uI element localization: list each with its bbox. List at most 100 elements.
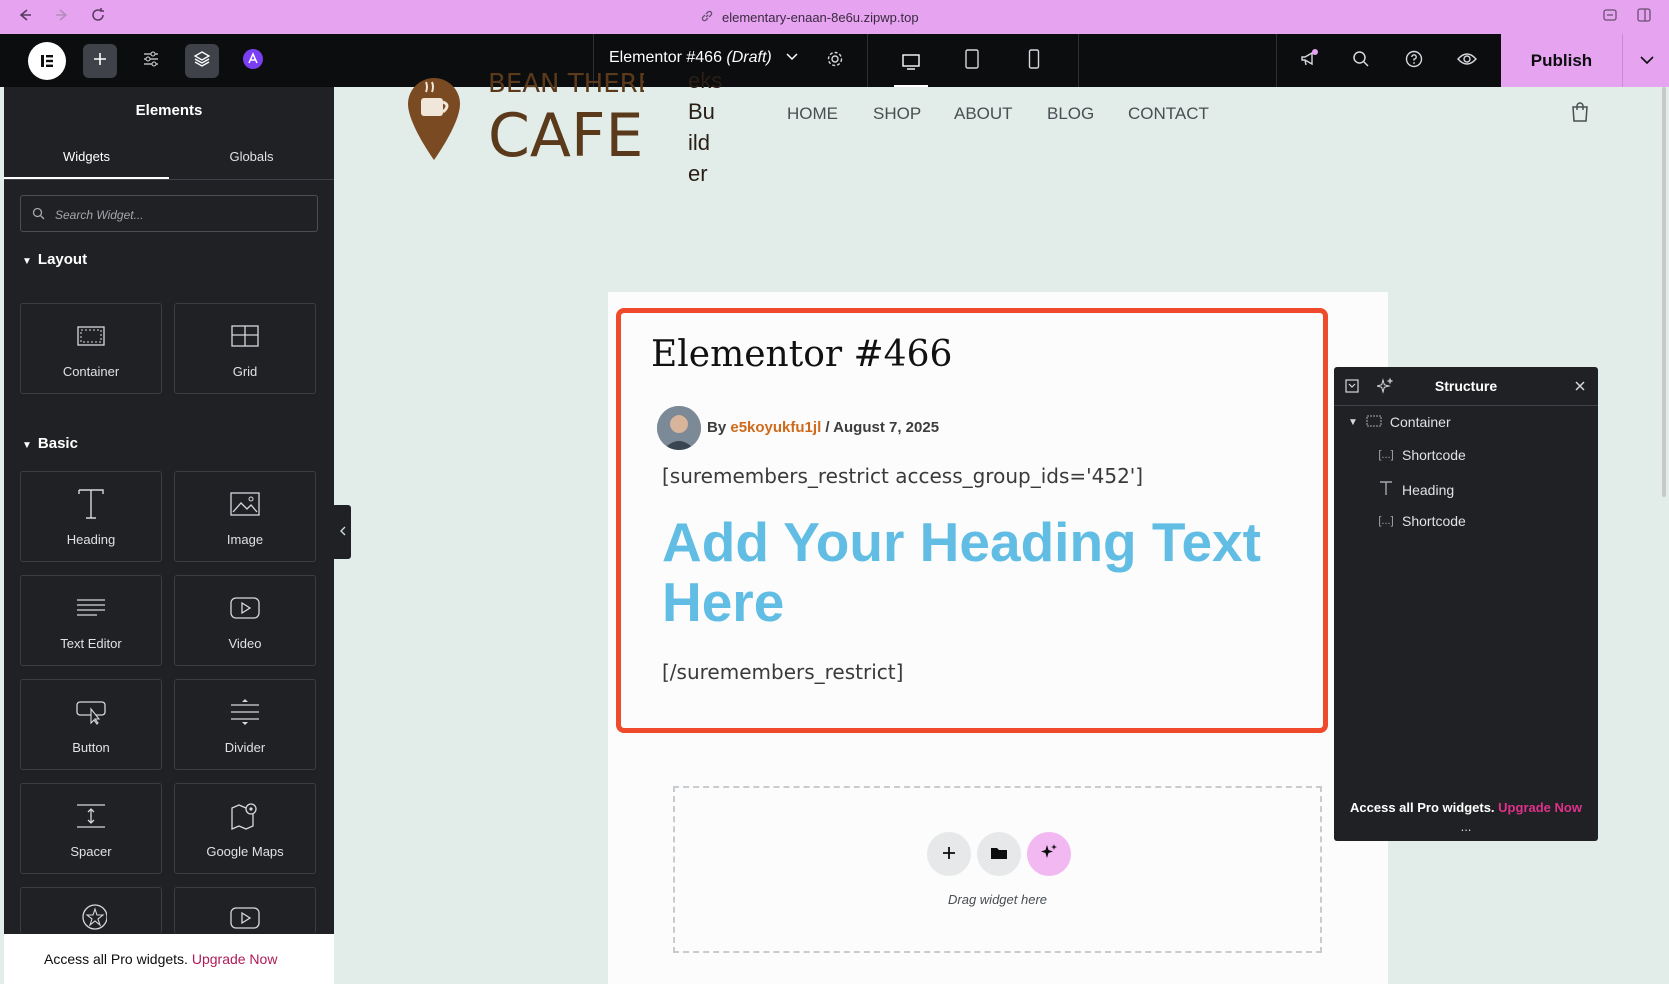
widget-search[interactable]	[20, 195, 318, 233]
category-layout[interactable]: ▼ Layout	[22, 251, 87, 268]
widget-image[interactable]: Image	[174, 471, 316, 562]
chevron-down-icon	[786, 49, 798, 66]
structure-item-shortcode[interactable]: [...] Shortcode	[1378, 513, 1465, 529]
link-icon	[700, 9, 714, 26]
image-icon	[175, 486, 315, 522]
desktop-icon	[901, 53, 921, 76]
ai-generate-button[interactable]	[1027, 832, 1071, 876]
preview-button[interactable]	[1450, 44, 1484, 78]
tablet-icon	[964, 48, 980, 74]
widget-spacer[interactable]: Spacer	[20, 783, 162, 874]
address-bar-url[interactable]: elementary-enaan-8e6u.zipwp.top	[722, 10, 919, 25]
page-settings-button[interactable]	[818, 44, 852, 78]
mobile-icon	[1028, 48, 1040, 74]
ai-assistant-button[interactable]	[236, 44, 270, 78]
map-icon	[175, 798, 315, 834]
widget-google-maps[interactable]: Google Maps	[174, 783, 316, 874]
divider-icon	[175, 694, 315, 730]
structure-item-heading[interactable]: Heading	[1378, 480, 1454, 499]
collapse-panel-button[interactable]	[334, 505, 351, 559]
upgrade-now-link[interactable]: Upgrade Now	[1498, 800, 1582, 815]
author-link[interactable]: e5koyukfu1jl	[730, 419, 821, 436]
publish-button[interactable]: Publish	[1501, 34, 1622, 87]
widget-heading[interactable]: Heading	[20, 471, 162, 562]
structure-item-container[interactable]: ▼ Container	[1348, 414, 1451, 430]
widget-button[interactable]: Button	[20, 679, 162, 770]
ai-icon	[242, 48, 264, 75]
elementor-logo-icon[interactable]	[28, 42, 66, 80]
elements-panel: Elements Widgets Globals ▼Layout Contain…	[4, 87, 334, 984]
gear-icon	[826, 50, 844, 73]
nav-home[interactable]: HOME	[787, 104, 838, 124]
sidebar-toggle-icon[interactable]	[1634, 7, 1654, 28]
caret-down-icon: ▼	[22, 256, 32, 267]
tablet-view-button[interactable]	[955, 44, 989, 78]
widget-grid[interactable]: Grid	[174, 303, 316, 394]
chevron-left-icon	[339, 525, 347, 540]
editor-topbar: Elementor #466 (Draft) Publish	[0, 34, 1669, 87]
widget-pro-locked[interactable]	[20, 887, 162, 934]
search-input[interactable]	[53, 196, 307, 233]
help-button[interactable]	[1397, 44, 1431, 78]
search-icon	[1352, 50, 1370, 73]
add-section-button[interactable]	[927, 832, 971, 876]
grid-icon	[175, 318, 315, 354]
site-settings-button[interactable]	[134, 44, 168, 78]
cafe-wordmark: CAFE	[488, 101, 643, 171]
publish-options-button[interactable]	[1622, 34, 1669, 87]
browser-toolbar: elementary-enaan-8e6u.zipwp.top	[0, 0, 1669, 35]
structure-pro-banner: Access all Pro widgets. Upgrade Now	[1350, 800, 1582, 815]
caret-down-icon: ▼	[22, 440, 32, 451]
widget-text-editor[interactable]: Text Editor	[20, 575, 162, 666]
canvas-scrollbar[interactable]	[1662, 87, 1666, 497]
star-badge-icon	[21, 900, 161, 936]
notifications-button[interactable]	[1292, 44, 1326, 78]
shortcode-close[interactable]: [/suremembers_restrict]	[662, 660, 903, 684]
search-icon	[32, 207, 45, 225]
site-title-fragment: eks Bu ild er	[688, 68, 723, 186]
mobile-view-button[interactable]	[1017, 44, 1051, 78]
extensions-icon[interactable]	[1600, 7, 1620, 28]
layers-icon	[193, 50, 211, 73]
desktop-view-button[interactable]	[894, 44, 928, 87]
site-logo[interactable]: CAFE BEAN THERE	[404, 69, 654, 172]
category-basic[interactable]: ▼ Basic	[22, 435, 78, 452]
tab-globals[interactable]: Globals	[169, 137, 334, 177]
nav-about[interactable]: ABOUT	[954, 104, 1013, 124]
forward-icon[interactable]	[52, 7, 72, 28]
cart-icon[interactable]	[1568, 100, 1592, 124]
button-icon	[21, 694, 161, 730]
heading-widget[interactable]: Add Your Heading Text Here	[662, 512, 1262, 632]
help-icon	[1405, 50, 1423, 73]
widget-video[interactable]: Video	[174, 575, 316, 666]
structure-panel: Structure ▼ Container [...] Shortcode He…	[1334, 367, 1598, 841]
structure-item-shortcode[interactable]: [...] Shortcode	[1378, 447, 1465, 463]
resize-handle[interactable]: ...	[1334, 819, 1598, 834]
upgrade-now-link[interactable]: Upgrade Now	[192, 951, 278, 967]
search-button[interactable]	[1344, 44, 1378, 78]
back-icon[interactable]	[15, 7, 35, 28]
spacer-icon	[21, 798, 161, 834]
sparkle-icon	[1040, 843, 1058, 866]
nav-blog[interactable]: BLOG	[1047, 104, 1094, 124]
tab-widgets[interactable]: Widgets	[4, 137, 169, 180]
pro-upgrade-banner: Access all Pro widgets. Upgrade Now	[4, 934, 334, 984]
shortcode-open[interactable]: [suremembers_restrict access_group_ids='…	[662, 464, 1143, 488]
add-template-button[interactable]	[977, 832, 1021, 876]
widget-divider[interactable]: Divider	[174, 679, 316, 770]
add-element-button[interactable]	[83, 44, 117, 78]
reload-icon[interactable]	[88, 7, 108, 28]
structure-button[interactable]	[185, 44, 219, 78]
sliders-icon	[142, 50, 160, 73]
widget-video-playlist[interactable]	[174, 887, 316, 934]
close-icon[interactable]	[1571, 377, 1589, 395]
caret-down-icon: ▼	[1348, 416, 1358, 428]
heading-icon	[1378, 480, 1394, 499]
widget-container[interactable]: Container	[20, 303, 162, 394]
video-icon	[175, 590, 315, 626]
plus-icon	[92, 51, 108, 72]
nav-shop[interactable]: SHOP	[873, 104, 921, 124]
nav-contact[interactable]: CONTACT	[1128, 104, 1209, 124]
widget-drop-zone[interactable]: Drag widget here	[673, 786, 1322, 953]
drop-zone-label: Drag widget here	[948, 892, 1047, 907]
